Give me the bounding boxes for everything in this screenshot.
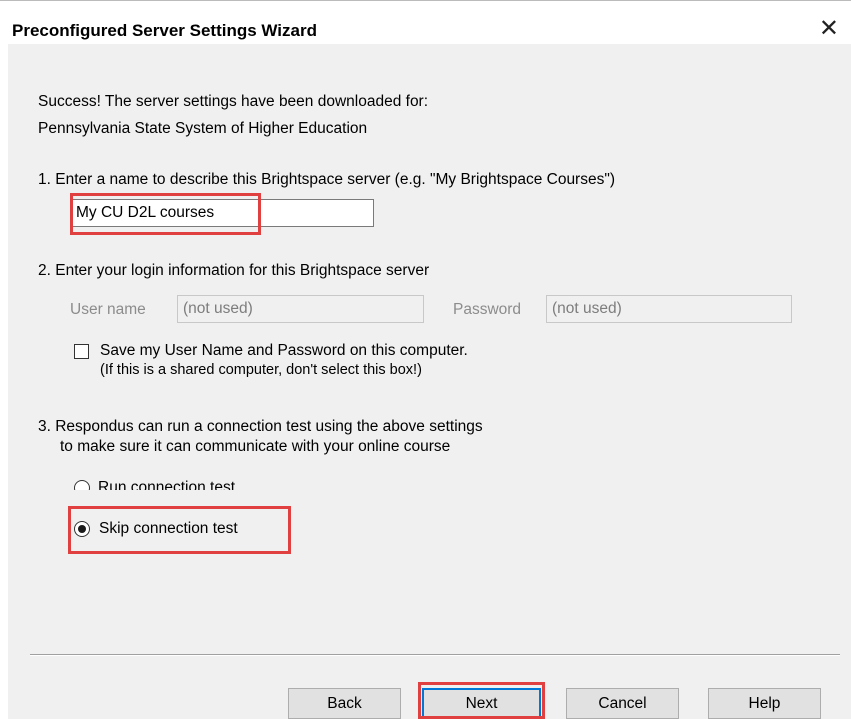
- step3-label: 3. Respondus can run a connection test u…: [38, 418, 483, 435]
- window-title: Preconfigured Server Settings Wizard: [12, 21, 317, 40]
- next-button[interactable]: Next: [422, 688, 541, 719]
- step2-label: 2. Enter your login information for this…: [38, 262, 430, 279]
- close-icon[interactable]: ✕: [819, 17, 839, 41]
- back-button[interactable]: Back: [288, 688, 401, 719]
- radio-selected-dot: [78, 525, 86, 533]
- run-test-label: Run connection test: [98, 479, 236, 490]
- username-field[interactable]: (not used): [177, 295, 424, 323]
- step1-label: 1. Enter a name to describe this Brights…: [38, 171, 616, 188]
- help-button[interactable]: Help: [708, 688, 821, 719]
- wizard-body: Success! The server settings have been d…: [8, 44, 851, 719]
- footer-separator: [30, 654, 840, 656]
- save-credentials-note: (If this is a shared computer, don't sel…: [100, 362, 422, 378]
- skip-test-label: Skip connection test: [99, 520, 238, 537]
- password-field[interactable]: (not used): [546, 295, 792, 323]
- username-label: User name: [70, 301, 146, 318]
- step3-label-line2: to make sure it can communicate with you…: [60, 438, 451, 455]
- save-credentials-checkbox[interactable]: [74, 344, 89, 359]
- skip-test-radio[interactable]: [74, 521, 90, 537]
- password-label: Password: [453, 301, 522, 318]
- success-message: Success! The server settings have been d…: [38, 93, 429, 110]
- save-credentials-label: Save my User Name and Password on this c…: [100, 342, 468, 359]
- server-name-input[interactable]: My CU D2L courses: [70, 199, 374, 227]
- cancel-button[interactable]: Cancel: [566, 688, 679, 719]
- run-test-radio[interactable]: [74, 480, 90, 490]
- run-test-option-clip: Run connection test: [68, 477, 288, 490]
- title-bar: Preconfigured Server Settings Wizard ✕: [0, 0, 851, 41]
- institution-name: Pennsylvania State System of Higher Educ…: [38, 120, 368, 137]
